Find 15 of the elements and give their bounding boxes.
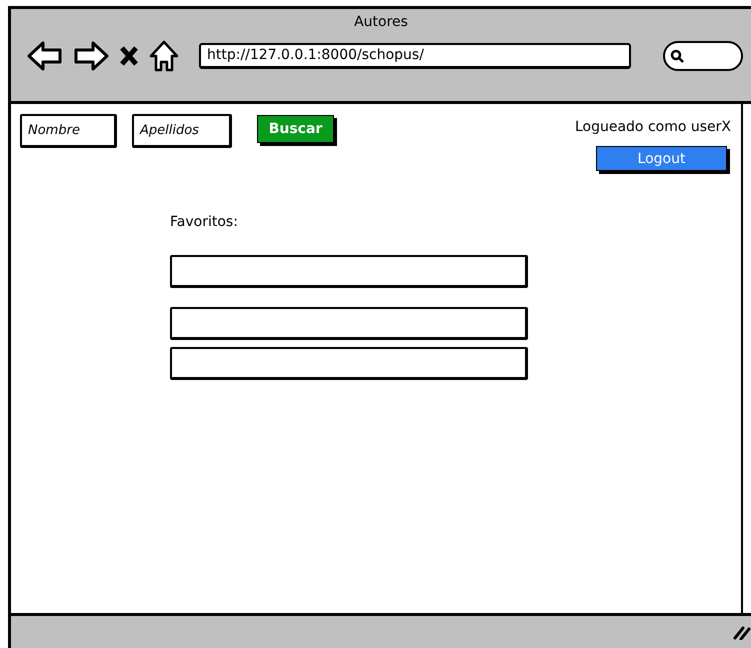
logout-button[interactable]: Logout [596,146,727,171]
home-icon[interactable] [149,40,179,72]
search-button[interactable]: Buscar [257,115,334,143]
window-title: Autores [354,14,408,30]
last-name-field[interactable]: Apellidos [132,114,232,148]
login-status: Logueado como userX [574,119,731,135]
back-icon[interactable] [27,41,63,71]
favorites-label: Favoritos: [170,214,239,230]
url-field[interactable]: http://127.0.0.1:8000/schopus/ [199,43,631,69]
search-field[interactable] [663,41,743,71]
close-icon[interactable] [119,45,139,67]
resize-grip-icon[interactable] [733,624,751,640]
first-name-field[interactable]: Nombre [20,114,117,148]
search-icon [670,49,684,63]
forward-icon[interactable] [73,41,109,71]
